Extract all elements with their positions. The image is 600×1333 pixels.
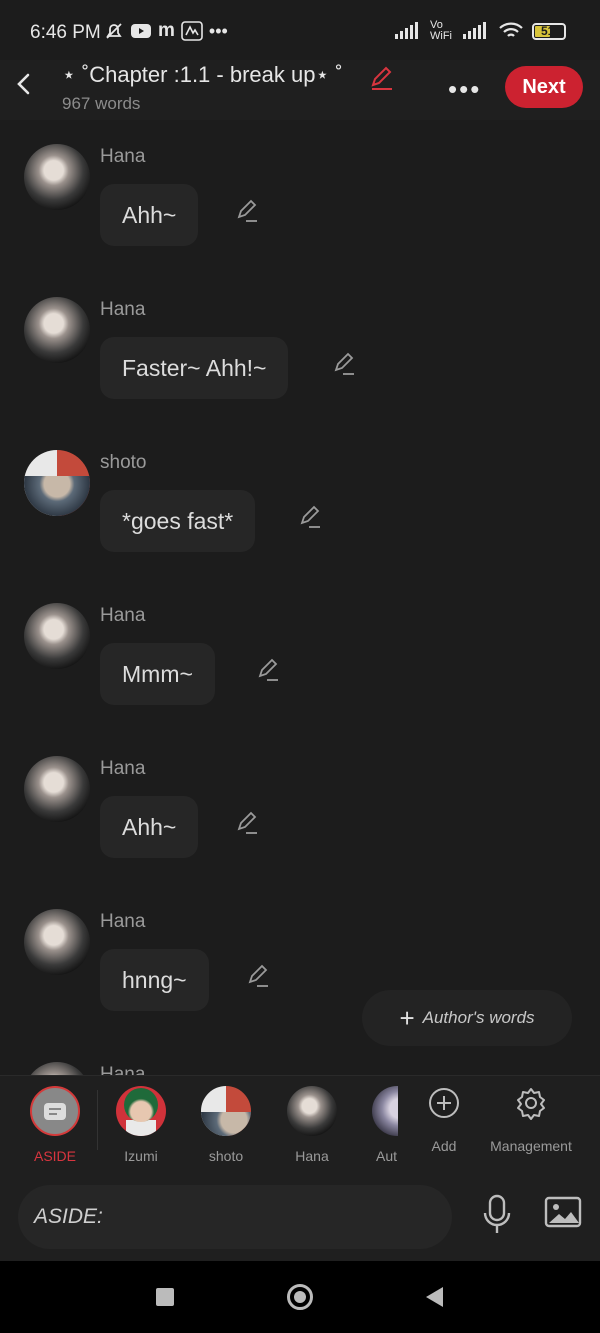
message-author: Hana [100,299,146,320]
edit-icon[interactable] [297,504,323,530]
message-bubble[interactable]: Faster~ Ahh!~ [100,337,289,399]
system-icons: Vo WiFi 51 [394,20,566,42]
character-izumi[interactable]: Izumi [106,1086,176,1164]
system-navigation-bar [0,1261,600,1333]
composer: ASIDE: [0,1173,600,1261]
character-label: ASIDE [33,1148,76,1164]
battery-icon: 51 [532,22,566,40]
message-bubble[interactable]: hnng~ [100,949,209,1011]
avatar [287,1086,337,1136]
message-bubble[interactable]: Ahh~ [100,796,199,858]
message-author: Hana [100,605,146,626]
add-label: Add [431,1138,457,1154]
authors-words-label: Author's words [422,1008,535,1027]
authors-words-button[interactable]: + Author's words [362,990,572,1046]
mute-icon [106,23,122,39]
message-bubble[interactable]: Mmm~ [100,643,215,705]
character-author[interactable]: Aut [360,1086,398,1164]
chat-message: Hana Faster~ Ahh!~ [0,273,600,423]
message-author: Hana [100,758,146,779]
signal-icon [395,22,418,39]
edit-icon[interactable] [331,351,357,377]
back-nav-button[interactable] [426,1287,443,1307]
notification-icons: m ••• [104,20,228,42]
vowifi-label: Vo WiFi [430,19,452,42]
edit-title-icon[interactable] [368,64,396,92]
chat-message: Hana Mmm~ [0,579,600,729]
chat-bubble-icon [44,1102,66,1120]
character-bar: ASIDE Izumi shoto Hana Aut Add Managemen… [0,1075,600,1174]
avatar[interactable] [24,450,90,516]
message-author: shoto [100,452,147,473]
character-hana[interactable]: Hana [277,1086,347,1164]
avatar[interactable] [24,756,90,822]
avatar[interactable] [24,297,90,363]
status-time: 6:46 PM [30,22,101,43]
recents-button[interactable] [156,1288,174,1306]
add-character-button[interactable]: Add [409,1086,479,1154]
more-notifications-icon: ••• [208,20,228,41]
back-icon[interactable] [14,72,34,96]
message-bubble[interactable]: Ahh~ [100,184,199,246]
management-label: Management [490,1138,572,1154]
avatar[interactable] [24,144,90,210]
home-button[interactable] [287,1284,313,1310]
avatar[interactable] [24,1062,90,1075]
avatar [201,1086,251,1136]
message-author: Hana [100,146,146,167]
character-label: Aut [376,1148,398,1164]
edit-icon[interactable] [245,963,271,989]
edit-icon[interactable] [234,198,260,224]
image-icon[interactable] [544,1195,582,1229]
message-bubble[interactable]: *goes fast* [100,490,256,552]
avatar[interactable] [24,909,90,975]
management-button[interactable]: Management [486,1086,576,1154]
m-app-icon: m [158,20,175,41]
microphone-icon[interactable] [480,1193,514,1237]
status-bar: 6:46 PM m ••• Vo WiFi 51 [0,0,600,60]
more-options-icon[interactable]: ••• [448,74,481,105]
youtube-icon [131,24,151,38]
chat-list: Hana Ahh~ Hana Faster~ Ahh!~ shoto *goes… [0,120,600,1075]
character-shoto[interactable]: shoto [191,1086,261,1164]
add-icon [429,1088,459,1118]
plus-icon: + [399,1002,415,1033]
hotstar-icon [181,21,203,41]
word-count: 967 words [62,94,141,113]
avatar [372,1086,398,1136]
character-aside[interactable]: ASIDE [20,1086,90,1164]
chat-message: shoto *goes fast* [0,426,600,576]
message-author: Hana [100,911,146,932]
signal-2-icon [463,22,486,39]
edit-icon[interactable] [234,810,260,836]
avatar[interactable] [24,603,90,669]
character-label: shoto [208,1148,244,1164]
battery-level: 51 [541,23,555,38]
chat-message: Hana Ahh~ [0,732,600,882]
edit-icon[interactable] [255,657,281,683]
gear-icon [517,1088,545,1120]
avatar [116,1086,166,1136]
next-button[interactable]: Next [505,66,583,108]
aside-avatar [30,1086,80,1136]
character-label: Izumi [124,1148,158,1164]
message-author: Hana [100,1064,146,1075]
character-label: Hana [295,1148,329,1164]
chapter-title[interactable]: ⋆ ˚Chapter :1.1 - break up⋆ ˚ [62,62,343,88]
chapter-header: ⋆ ˚Chapter :1.1 - break up⋆ ˚ 967 words … [0,60,600,120]
wifi-icon [499,22,523,37]
divider [97,1090,98,1150]
message-input[interactable]: ASIDE: [18,1185,452,1249]
chat-message: Hana Ahh~ [0,120,600,270]
